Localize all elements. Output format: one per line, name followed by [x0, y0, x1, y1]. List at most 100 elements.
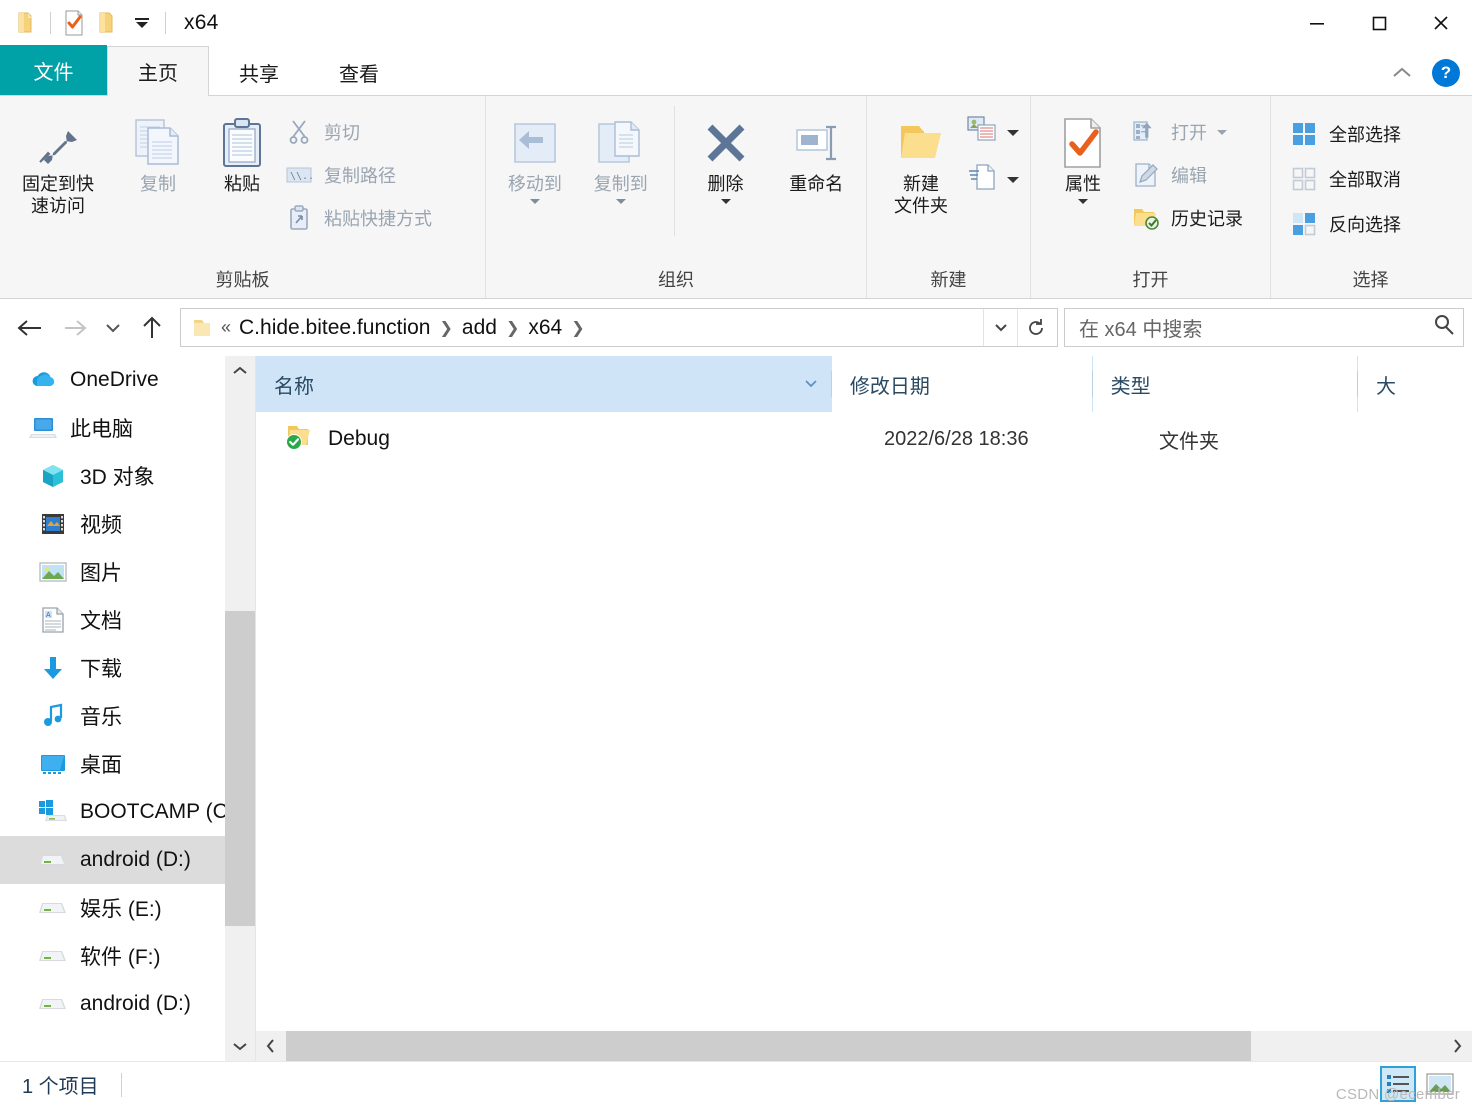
cut-button[interactable]: 剪切 — [284, 114, 440, 150]
paste-button[interactable]: 粘贴 — [200, 102, 284, 196]
help-icon[interactable]: ? — [1432, 59, 1460, 87]
chevron-right-icon[interactable]: ❯ — [439, 318, 452, 338]
file-name-cell[interactable]: Debug — [256, 421, 866, 457]
sidebar-item-music[interactable]: 音乐 — [0, 692, 255, 740]
properties-button[interactable]: 属性 — [1041, 102, 1125, 204]
navigation-pane: OneDrive 此电脑 3D 对象 视频 图片 A 文档 下载 音乐 桌面 B… — [0, 356, 255, 1061]
sidebar-item-desktop[interactable]: 桌面 — [0, 740, 255, 788]
new-folder-button[interactable]: 新建 文件夹 — [875, 102, 967, 218]
chevron-down-icon[interactable] — [720, 198, 731, 204]
new-item-icon — [967, 116, 1001, 149]
chevron-right-icon[interactable]: ❯ — [506, 318, 519, 338]
delete-button[interactable]: 删除 — [685, 102, 767, 204]
sidebar-scroll-track[interactable] — [225, 386, 255, 1031]
history-button[interactable]: 历史记录 — [1131, 200, 1251, 236]
sidebar-item-videos[interactable]: 视频 — [0, 500, 255, 548]
chevron-down-icon[interactable] — [1217, 129, 1227, 135]
scroll-down-icon[interactable] — [225, 1031, 255, 1061]
sidebar-item-label: 此电脑 — [70, 418, 133, 441]
back-button[interactable] — [8, 306, 52, 350]
table-row[interactable]: Debug 2022/6/28 18:36 文件夹 — [256, 412, 1472, 466]
open-button[interactable]: 打开 — [1131, 114, 1251, 150]
chevron-down-icon[interactable] — [615, 198, 626, 204]
column-header-date-modified[interactable]: 修改日期 — [831, 356, 1092, 412]
move-to-button[interactable]: 移动到 — [492, 102, 578, 204]
customize-qat-icon[interactable] — [125, 6, 159, 40]
sidebar-item-entertainment-e[interactable]: 娱乐 (E:) — [0, 884, 255, 932]
sidebar-item-bootcamp[interactable]: BOOTCAMP (C — [0, 788, 255, 836]
breadcrumb-folder-icon[interactable] — [189, 317, 215, 339]
copy-to-button[interactable]: 复制到 — [578, 102, 664, 204]
pin-to-quick-access-button[interactable]: 固定到快 速访问 — [0, 102, 116, 218]
horizontal-scrollbar[interactable] — [256, 1031, 1472, 1061]
chevron-right-icon[interactable]: ❯ — [571, 318, 584, 338]
sidebar-item-documents[interactable]: A 文档 — [0, 596, 255, 644]
chevron-down-icon[interactable] — [803, 376, 819, 392]
tab-view[interactable]: 查看 — [309, 49, 409, 95]
select-all-button[interactable]: 全部选择 — [1289, 116, 1409, 152]
scroll-left-icon[interactable] — [256, 1031, 286, 1061]
edit-button[interactable]: 编辑 — [1131, 157, 1251, 193]
file-list[interactable]: Debug 2022/6/28 18:36 文件夹 — [256, 412, 1472, 1031]
tab-home[interactable]: 主页 — [107, 46, 209, 96]
collapse-ribbon-icon[interactable] — [1388, 59, 1416, 87]
folder-icon[interactable] — [10, 6, 44, 40]
scroll-right-icon[interactable] — [1442, 1031, 1472, 1061]
minimize-button[interactable] — [1286, 0, 1348, 46]
breadcrumb-overflow[interactable]: « — [221, 317, 231, 338]
invert-selection-button[interactable]: 反向选择 — [1289, 206, 1409, 242]
move-to-label: 移动到 — [507, 174, 562, 194]
close-button[interactable] — [1410, 0, 1472, 46]
sidebar-item-3d-objects[interactable]: 3D 对象 — [0, 452, 255, 500]
chevron-down-icon[interactable] — [1007, 129, 1019, 136]
sidebar-item-software-f[interactable]: 软件 (F:) — [0, 932, 255, 980]
open-label: 打开 — [1171, 123, 1207, 143]
new-item-button[interactable] — [967, 116, 1019, 149]
column-header-size[interactable]: 大 — [1358, 356, 1472, 412]
easy-access-button[interactable] — [967, 163, 1019, 196]
tab-share[interactable]: 共享 — [209, 49, 309, 95]
recent-locations-button[interactable] — [96, 306, 130, 350]
search-input[interactable]: 在 x64 中搜索 — [1064, 308, 1464, 347]
paste-shortcut-button[interactable]: 粘贴快捷方式 — [284, 200, 440, 236]
search-icon[interactable] — [1433, 314, 1455, 341]
maximize-button[interactable] — [1348, 0, 1410, 46]
breadcrumb-item-1[interactable]: add — [462, 316, 497, 340]
breadcrumb[interactable]: « C.hide.bitee.function ❯ add ❯ x64 ❯ — [180, 308, 1058, 347]
sidebar-item-android-d[interactable]: android (D:) — [0, 836, 255, 884]
column-header-type[interactable]: 类型 — [1092, 356, 1358, 412]
forward-button[interactable] — [52, 306, 96, 350]
horizontal-scroll-thumb[interactable] — [286, 1031, 1251, 1061]
chevron-down-icon[interactable] — [529, 198, 540, 204]
properties-icon[interactable] — [57, 6, 91, 40]
onedrive-icon — [28, 365, 58, 395]
chevron-down-icon[interactable] — [1007, 176, 1019, 183]
sidebar-item-downloads[interactable]: 下载 — [0, 644, 255, 692]
sidebar-item-android-d-2[interactable]: android (D:) — [0, 980, 255, 1028]
rename-icon — [790, 112, 842, 174]
tab-file[interactable]: 文件 — [0, 45, 107, 95]
copy-path-button[interactable]: \\.. 复制路径 — [284, 157, 440, 193]
large-icons-view-icon[interactable] — [1422, 1066, 1458, 1102]
up-button[interactable] — [130, 306, 174, 350]
search-placeholder: 在 x64 中搜索 — [1079, 319, 1203, 341]
sidebar-item-label: 视频 — [80, 514, 122, 537]
details-view-icon[interactable] — [1380, 1066, 1416, 1102]
column-header-name[interactable]: 名称 — [256, 356, 831, 412]
horizontal-scroll-track[interactable] — [286, 1031, 1442, 1061]
copy-button[interactable]: 复制 — [116, 102, 200, 196]
sidebar-item-onedrive[interactable]: OneDrive — [0, 356, 255, 404]
select-none-button[interactable]: 全部取消 — [1289, 161, 1409, 197]
new-folder-icon[interactable] — [91, 6, 125, 40]
sidebar-scrollbar[interactable] — [225, 356, 255, 1061]
sidebar-item-this-pc[interactable]: 此电脑 — [0, 404, 255, 452]
sidebar-item-pictures[interactable]: 图片 — [0, 548, 255, 596]
scroll-up-icon[interactable] — [225, 356, 255, 386]
refresh-icon[interactable] — [1017, 309, 1053, 346]
breadcrumb-item-0[interactable]: C.hide.bitee.function — [239, 316, 430, 340]
sidebar-scroll-thumb[interactable] — [225, 611, 255, 926]
chevron-down-icon[interactable] — [1078, 198, 1088, 204]
breadcrumb-item-2[interactable]: x64 — [528, 316, 562, 340]
address-dropdown-icon[interactable] — [983, 309, 1017, 346]
rename-button[interactable]: 重命名 — [767, 102, 866, 196]
